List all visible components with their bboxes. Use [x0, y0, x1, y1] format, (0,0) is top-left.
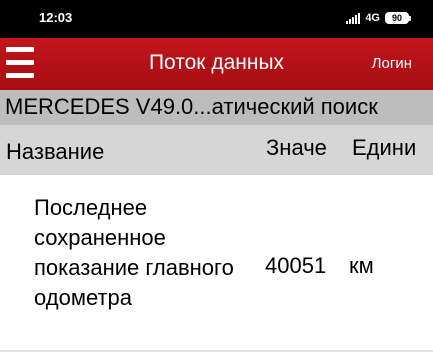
battery-level: 90 — [385, 12, 409, 24]
status-icons: 4G 90 — [346, 10, 411, 26]
status-time: 12:03 — [39, 10, 73, 25]
row-name: Последнее сохраненное показание главного… — [34, 195, 234, 310]
battery-icon: 90 — [385, 12, 411, 24]
status-bar: 12:03 4G 90 — [0, 0, 433, 38]
vehicle-path-label: MERCEDES V49.0...атический поиск — [5, 94, 378, 119]
table-row[interactable]: Последнее сохраненное показание главного… — [0, 175, 433, 350]
column-header-name: Название — [6, 139, 105, 164]
row-value: 40051 — [265, 253, 327, 278]
row-divider — [0, 350, 433, 352]
signal-icon — [346, 12, 361, 24]
column-header-unit: Едини — [352, 135, 417, 160]
vehicle-path-bar: MERCEDES V49.0...атический поиск — [0, 90, 433, 125]
table-header: Название Значе Едини — [0, 125, 433, 175]
row-unit: км — [349, 253, 374, 278]
login-button[interactable]: Логин — [372, 55, 412, 72]
page-title: Поток данных — [148, 51, 285, 74]
app-bar: Поток данных Логин — [0, 38, 433, 90]
column-header-value: Значе — [266, 135, 327, 160]
network-type: 4G — [365, 12, 380, 24]
